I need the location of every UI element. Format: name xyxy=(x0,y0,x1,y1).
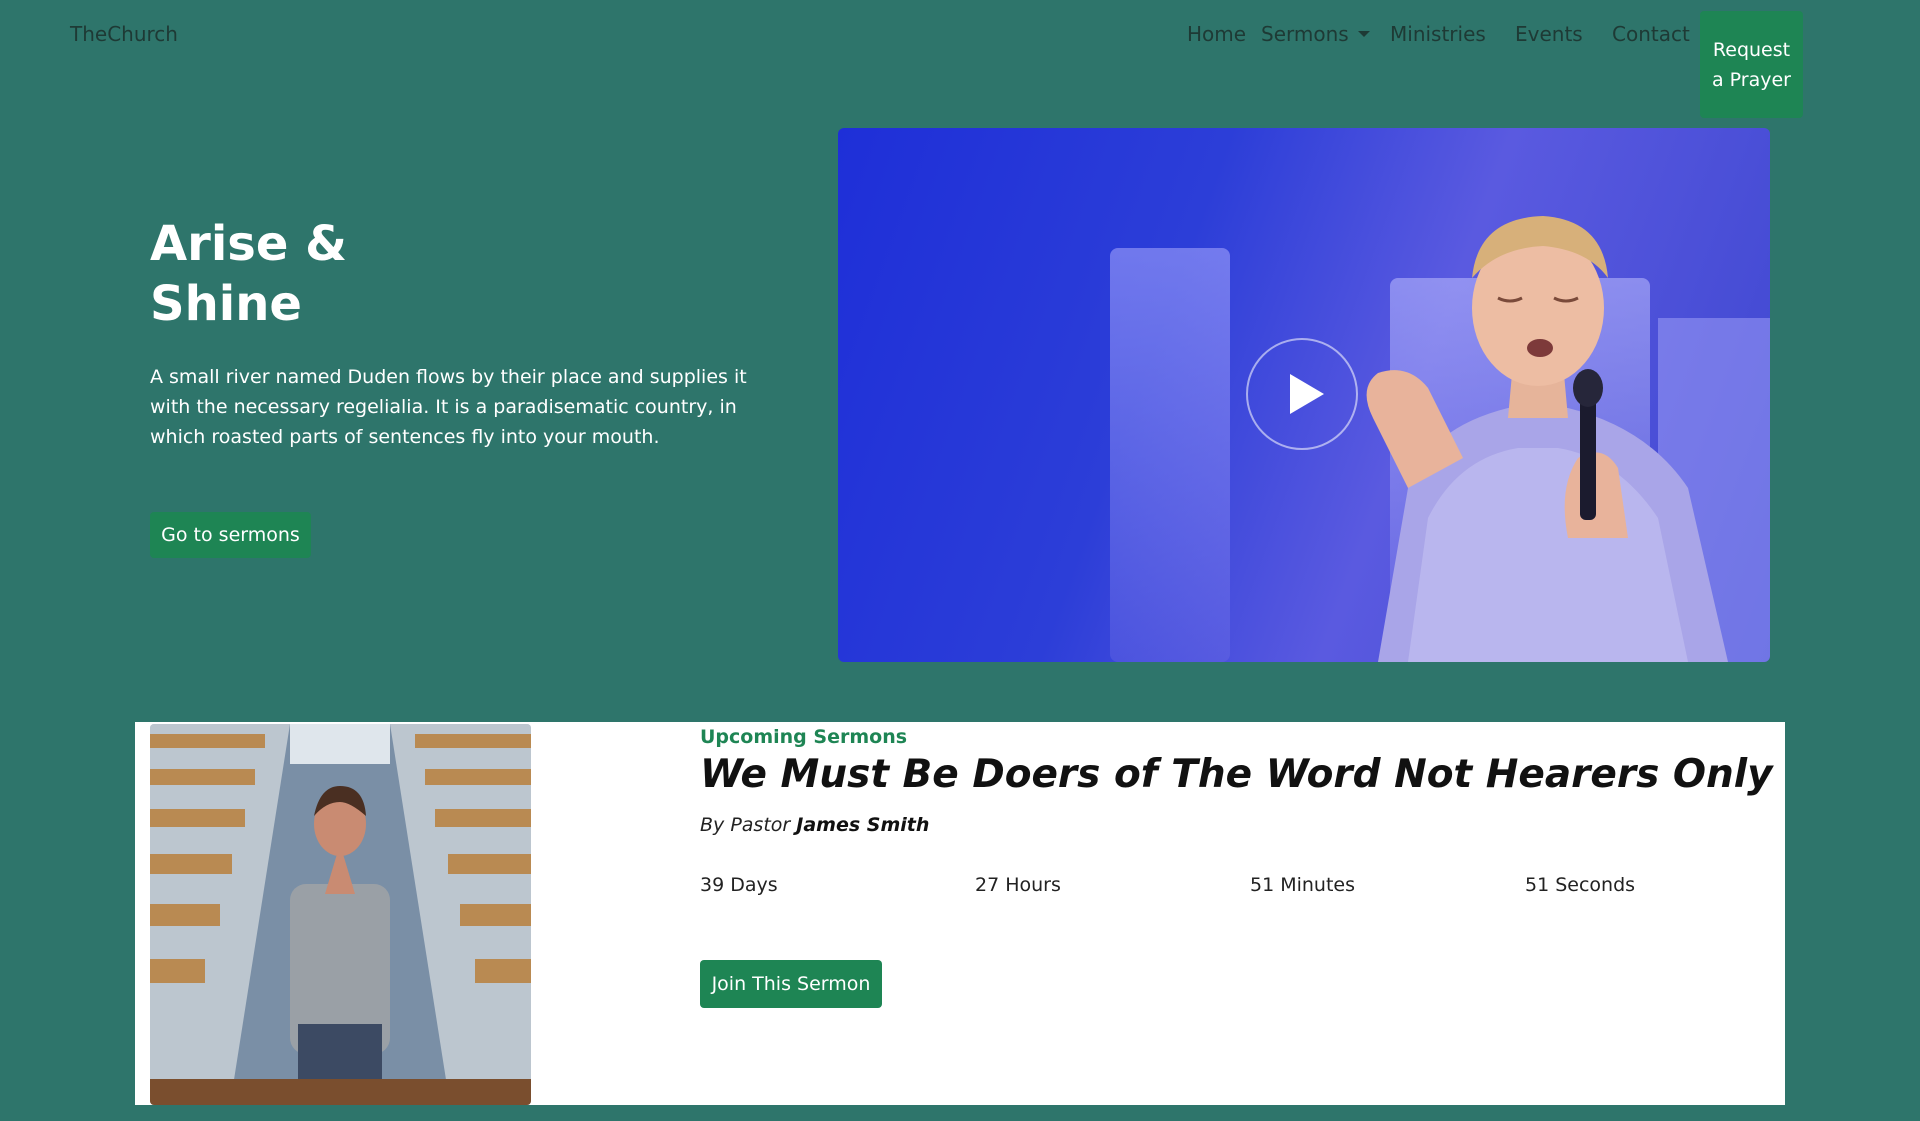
countdown-minutes: 51 Minutes xyxy=(1250,874,1356,896)
upcoming-sermon-card: Upcoming Sermons We Must Be Doers of The… xyxy=(135,722,1785,1105)
nav-item-sermons[interactable]: Sermons xyxy=(1261,22,1370,46)
nav-item-events[interactable]: Events xyxy=(1515,22,1583,46)
countdown-days: 39 Days xyxy=(700,874,778,896)
sermon-byline: By Pastor James Smith xyxy=(700,814,929,836)
hero-description: A small river named Duden flows by their… xyxy=(150,366,747,448)
nav-item-ministries[interactable]: Ministries xyxy=(1390,22,1486,46)
upcoming-sermons-label: Upcoming Sermons xyxy=(700,726,908,748)
brand-logo[interactable]: TheChurch xyxy=(70,22,178,46)
countdown-seconds: 51 Seconds xyxy=(1525,874,1636,896)
byline-prefix: By Pastor xyxy=(700,814,791,836)
hero-video[interactable] xyxy=(838,128,1770,662)
request-prayer-button[interactable]: Request a Prayer xyxy=(1700,11,1803,118)
stage-light-panel xyxy=(1110,248,1230,662)
go-to-sermons-button[interactable]: Go to sermons xyxy=(150,512,311,558)
nav-item-sermons-label: Sermons xyxy=(1261,22,1349,46)
nav-item-contact[interactable]: Contact xyxy=(1612,22,1690,46)
praying-man-image xyxy=(150,724,531,1105)
play-icon[interactable] xyxy=(1290,374,1324,414)
page: TheChurch Home Sermons Ministries Events… xyxy=(0,0,1920,1121)
pastor-name: James Smith xyxy=(796,814,930,836)
sermon-title: We Must Be Doers of The Word Not Hearers… xyxy=(700,752,1773,797)
hero-title: Arise & Shine xyxy=(150,216,347,332)
join-sermon-button[interactable]: Join This Sermon xyxy=(700,960,882,1008)
caret-down-icon xyxy=(1357,31,1370,37)
countdown-hours: 27 Hours xyxy=(975,874,1061,896)
navbar: TheChurch Home Sermons Ministries Events… xyxy=(0,0,1920,120)
nav-item-home[interactable]: Home xyxy=(1187,22,1246,46)
